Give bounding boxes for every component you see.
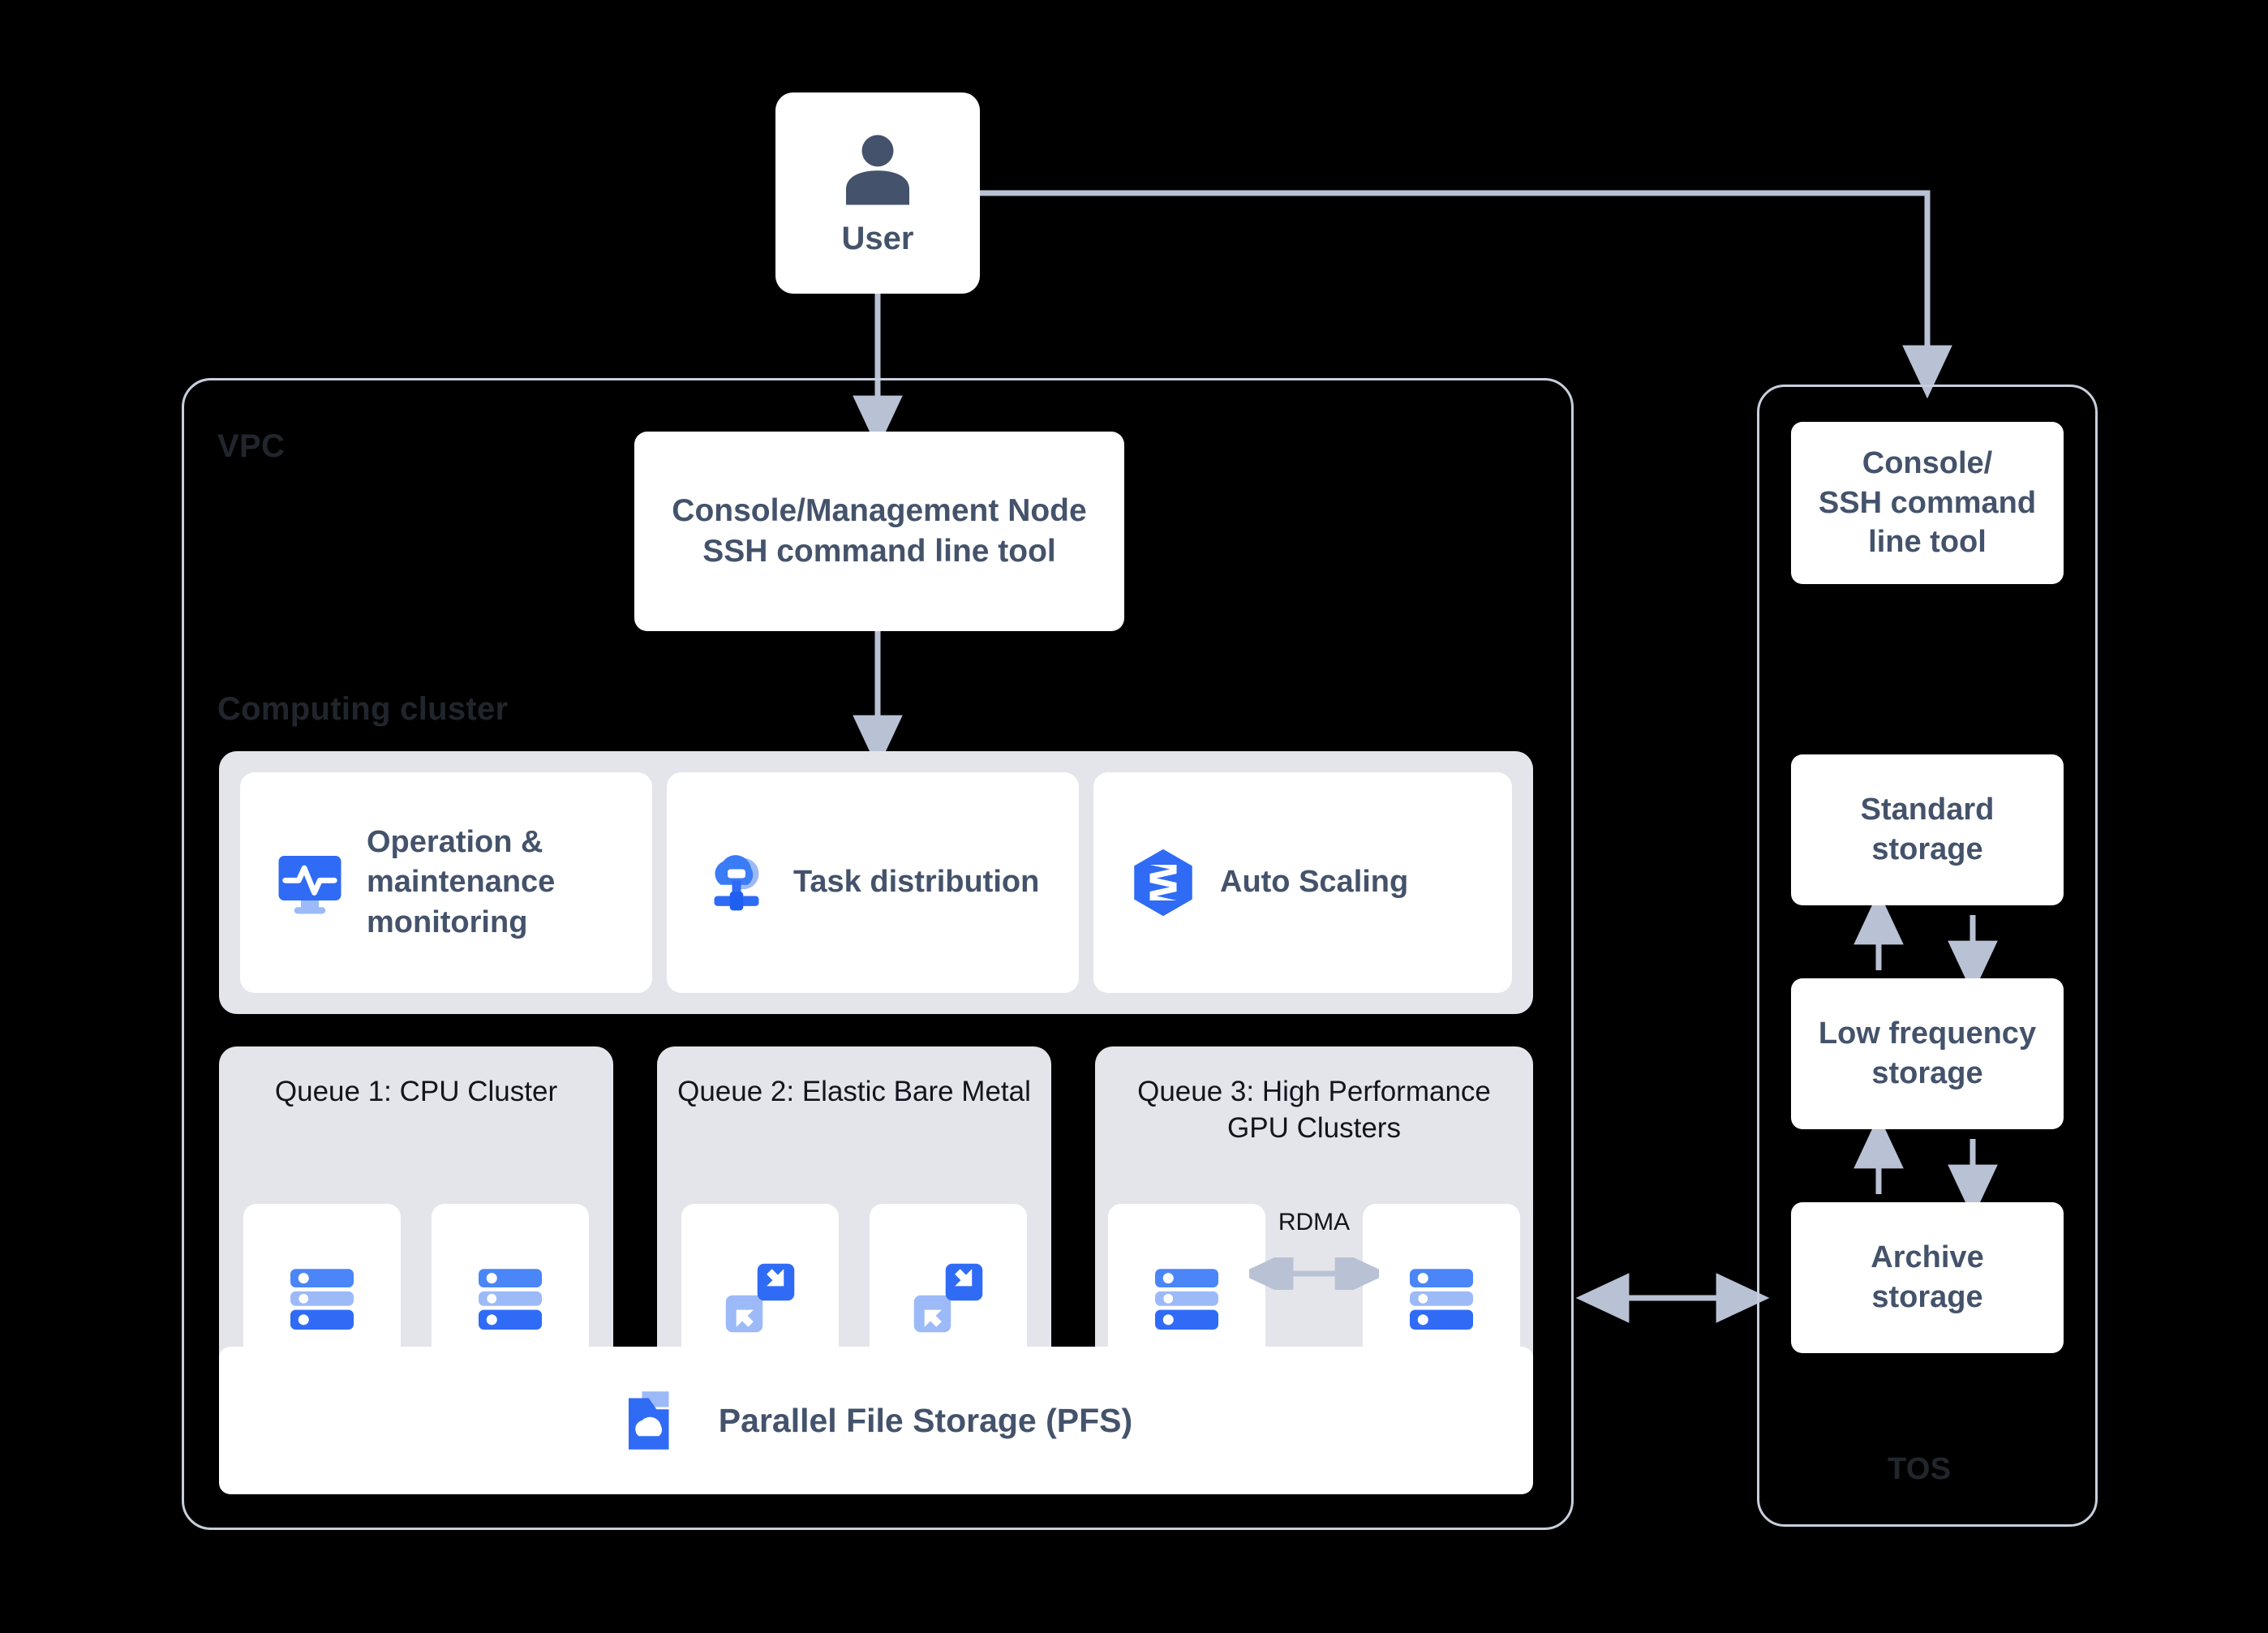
user-node[interactable]: User bbox=[775, 92, 980, 294]
service-card-monitoring[interactable]: Operation & maintenance monitoring bbox=[240, 772, 652, 993]
console-line-1: Console/Management Node bbox=[672, 491, 1086, 531]
queue-title: Queue 2: Elastic Bare Metal bbox=[673, 1074, 1035, 1111]
rdma-label: RDMA bbox=[1249, 1209, 1379, 1236]
parallel-file-storage-node[interactable]: Parallel File Storage (PFS) bbox=[219, 1347, 1533, 1494]
server-icon bbox=[280, 1256, 364, 1340]
elastic-bare-metal-icon bbox=[906, 1256, 990, 1340]
service-card-task-distribution[interactable]: Task distribution bbox=[667, 772, 1079, 993]
tos-console-node[interactable]: Console/ SSH command line tool bbox=[1791, 422, 2064, 584]
monitoring-icon bbox=[274, 847, 346, 918]
tos-tier-low-frequency-storage[interactable]: Low frequency storage bbox=[1791, 978, 2064, 1129]
queue-title: Queue 3: High Performance GPU Clusters bbox=[1111, 1074, 1517, 1147]
service-label: Auto Scaling bbox=[1220, 862, 1408, 902]
queue-title: Queue 1: CPU Cluster bbox=[235, 1074, 597, 1111]
tos-console-line-2: SSH command bbox=[1819, 483, 2036, 523]
service-card-auto-scaling[interactable]: Auto Scaling bbox=[1093, 772, 1512, 993]
tier-line-2: storage bbox=[1871, 1278, 1983, 1317]
computing-cluster-label: Computing cluster bbox=[217, 691, 508, 728]
tier-line-1: Archive bbox=[1871, 1238, 1983, 1278]
tos-console-line-1: Console/ bbox=[1819, 444, 2036, 483]
user-label: User bbox=[842, 218, 914, 260]
tos-tier-archive-storage[interactable]: Archive storage bbox=[1791, 1202, 2064, 1353]
tier-line-2: storage bbox=[1819, 1054, 2036, 1094]
server-icon bbox=[468, 1256, 552, 1340]
auto-scaling-icon bbox=[1128, 847, 1199, 918]
tos-tier-standard-storage[interactable]: Standard storage bbox=[1791, 754, 2064, 905]
tier-line-2: storage bbox=[1861, 830, 1995, 870]
tier-line-1: Standard bbox=[1861, 790, 1995, 830]
architecture-diagram: User VPC Computing cluster Console/Manag… bbox=[0, 0, 2268, 1633]
services-strip: Operation & maintenance monitoring Task … bbox=[219, 751, 1533, 1014]
server-icon bbox=[1399, 1256, 1484, 1340]
vpc-label: VPC bbox=[217, 428, 285, 465]
console-line-2: SSH command line tool bbox=[672, 531, 1086, 572]
service-label: Task distribution bbox=[793, 862, 1039, 902]
rdma-arrow-icon bbox=[1249, 1257, 1379, 1290]
pfs-label: Parallel File Storage (PFS) bbox=[719, 1399, 1132, 1442]
service-label: Operation & maintenance monitoring bbox=[367, 823, 652, 943]
server-icon bbox=[1145, 1256, 1229, 1340]
wire-user-to-tos bbox=[980, 193, 1927, 375]
tos-label: TOS bbox=[1888, 1452, 1951, 1487]
task-distribution-icon bbox=[701, 847, 772, 918]
elastic-bare-metal-icon bbox=[718, 1256, 802, 1340]
tier-line-1: Low frequency bbox=[1819, 1014, 2036, 1054]
user-icon bbox=[835, 126, 920, 210]
tos-console-line-3: line tool bbox=[1819, 522, 2036, 562]
pfs-folder-cloud-icon bbox=[620, 1385, 691, 1456]
console-management-node[interactable]: Console/Management Node SSH command line… bbox=[634, 432, 1124, 631]
